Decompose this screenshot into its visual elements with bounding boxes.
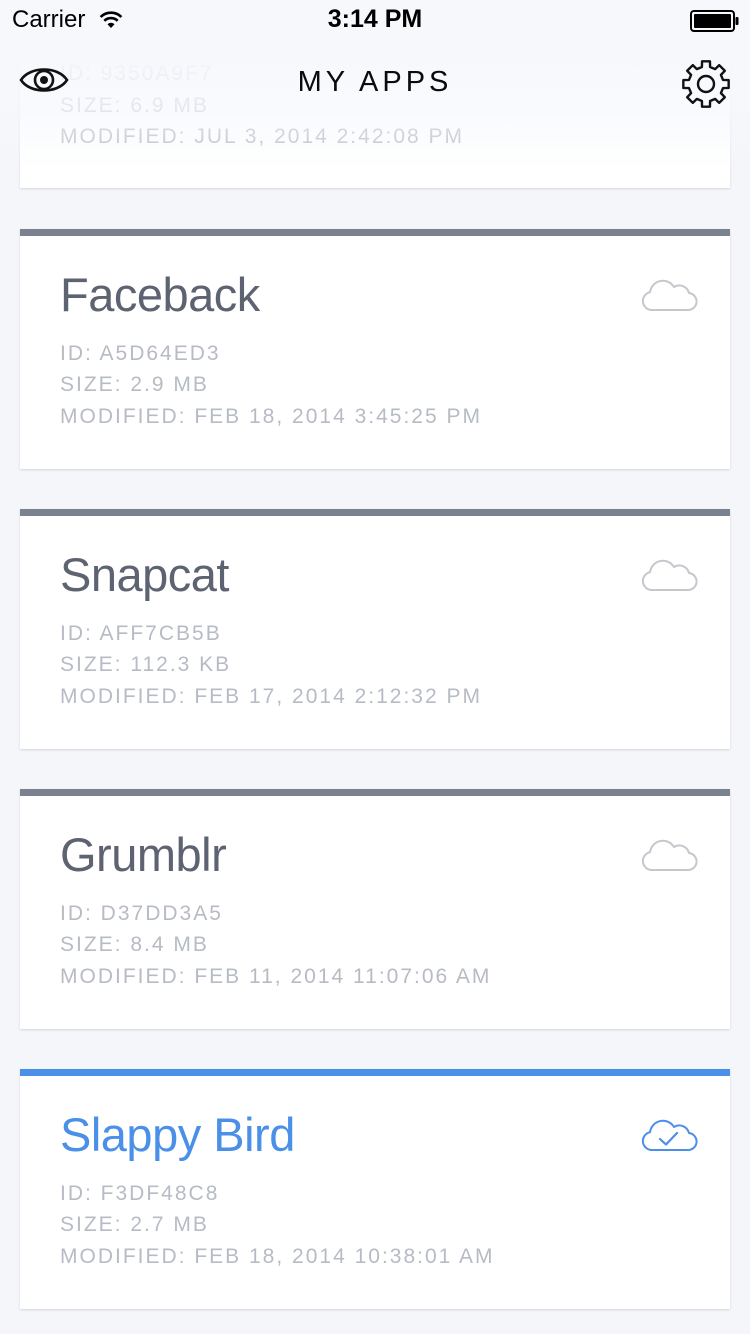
app-name: Slappy Bird	[60, 1108, 295, 1161]
app-size: SIZE: 2.7 MB	[60, 1213, 209, 1236]
app-size: SIZE: 8.4 MB	[60, 933, 209, 956]
status-time: 3:14 PM	[327, 5, 423, 33]
cloud-icon[interactable]	[638, 277, 698, 313]
app-id: ID: AFF7CB5B	[60, 622, 222, 645]
status-bar: Carrier 3:14 PM	[0, 0, 750, 40]
app-name: Snapcat	[60, 548, 229, 601]
app-card[interactable]: Slappy Bird ID: F3DF48C8 SIZE: 2.7 MB MODIF…	[20, 1069, 730, 1309]
nav-bar: MY APPS	[0, 40, 750, 128]
settings-button[interactable]	[680, 58, 732, 110]
cloud-icon[interactable]	[638, 837, 698, 873]
app-modified: MODIFIED: JUL 3, 2014 2:42:08 PM	[60, 125, 465, 148]
card-top-bar	[20, 1069, 730, 1076]
battery-icon	[690, 10, 739, 32]
cloud-icon[interactable]	[638, 557, 698, 593]
app-modified: MODIFIED: FEB 17, 2014 2:12:32 PM	[60, 685, 482, 708]
app-id: ID: A5D64ED3	[60, 342, 221, 365]
app-id: ID: F3DF48C8	[60, 1182, 220, 1205]
app-card[interactable]: Faceback ID: A5D64ED3 SIZE: 2.9 MB MODIFIED…	[20, 229, 730, 469]
app-modified: MODIFIED: FEB 11, 2014 11:07:06 AM	[60, 965, 492, 988]
app-size: SIZE: 2.9 MB	[60, 373, 209, 396]
app-modified: MODIFIED: FEB 18, 2014 10:38:01 AM	[60, 1245, 495, 1268]
app-modified: MODIFIED: FEB 18, 2014 3:45:25 PM	[60, 405, 482, 428]
card-top-bar	[20, 229, 730, 236]
app-card[interactable]: Grumblr ID: D37DD3A5 SIZE: 8.4 MB MODIFIED:…	[20, 789, 730, 1029]
gear-icon	[682, 60, 730, 108]
page-title: MY APPS	[297, 66, 453, 98]
app-name: Grumblr	[60, 828, 227, 881]
card-top-bar	[20, 789, 730, 796]
app-size: SIZE: 112.3 KB	[60, 653, 232, 676]
app-card[interactable]: Snapcat ID: AFF7CB5B SIZE: 112.3 KB MODIFIE…	[20, 509, 730, 749]
cloud-check-icon[interactable]	[638, 1117, 698, 1153]
app-id: ID: D37DD3A5	[60, 902, 223, 925]
app-name: Faceback	[60, 268, 260, 321]
card-top-bar	[20, 509, 730, 516]
